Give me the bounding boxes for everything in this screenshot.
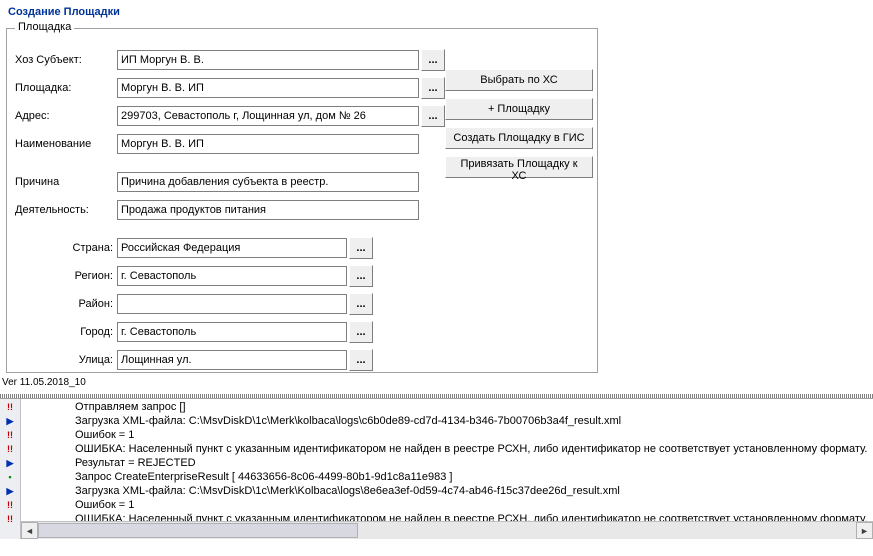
log-line: Ошибок = 1 [75, 498, 871, 512]
btn-bind-xc[interactable]: Привязать Площадку к ХС [445, 156, 593, 178]
horizontal-scrollbar[interactable]: ◄ ► [21, 521, 873, 539]
lookup-hoz[interactable]: ... [421, 49, 445, 71]
input-region[interactable] [117, 266, 347, 286]
input-name[interactable] [117, 134, 419, 154]
label-reason: Причина [15, 176, 117, 188]
btn-create-gis[interactable]: Создать Площадку в ГИС [445, 127, 593, 149]
input-district[interactable] [117, 294, 347, 314]
input-addr[interactable] [117, 106, 419, 126]
ok-icon: ▪ [2, 470, 18, 484]
scroll-track[interactable] [38, 522, 856, 539]
groupbox-label: Площадка [15, 21, 74, 33]
log-line: Загрузка XML-файла: C:\MsvDiskD\1c\Merk\… [75, 484, 871, 498]
log-body: Отправляем запрос [] Загрузка XML-файла:… [21, 399, 873, 521]
label-city: Город: [15, 326, 117, 338]
log-line: ОШИБКА: Населенный пункт с указанным иде… [75, 512, 871, 521]
info-icon: ▶ [2, 456, 18, 470]
input-hoz[interactable] [117, 50, 419, 70]
btn-add-area[interactable]: + Площадку [445, 98, 593, 120]
btn-select-by-xc[interactable]: Выбрать по ХС [445, 69, 593, 91]
lookup-region[interactable]: ... [349, 265, 373, 287]
lookup-street[interactable]: ... [349, 349, 373, 371]
err-icon: !! [2, 428, 18, 442]
err-icon: !! [2, 442, 18, 456]
label-activity: Деятельность: [15, 204, 117, 216]
label-district: Район: [15, 298, 117, 310]
scroll-thumb[interactable] [38, 523, 358, 538]
log-line: Отправляем запрос [] [75, 400, 871, 414]
label-country: Страна: [15, 242, 117, 254]
log-panel: !! ▶ !! !! ▶ ▪ ▶ !! !! Отправляем запрос… [0, 398, 873, 539]
log-gutter: !! ▶ !! !! ▶ ▪ ▶ !! !! [0, 399, 21, 539]
label-street: Улица: [15, 354, 117, 366]
label-area: Площадка: [15, 82, 117, 94]
info-icon: ▶ [2, 414, 18, 428]
group-site: Площадка Хоз Субъект: ... Площадка: ... … [6, 28, 598, 373]
input-area[interactable] [117, 78, 419, 98]
lookup-addr[interactable]: ... [421, 105, 445, 127]
input-country[interactable] [117, 238, 347, 258]
scroll-left-icon[interactable]: ◄ [21, 522, 38, 539]
lookup-area[interactable]: ... [421, 77, 445, 99]
log-line: Ошибок = 1 [75, 428, 871, 442]
log-line: Загрузка XML-файла: C:\MsvDiskD\1c\Merk\… [75, 414, 871, 428]
lookup-city[interactable]: ... [349, 321, 373, 343]
info-icon: ▶ [2, 484, 18, 498]
input-activity[interactable] [117, 200, 419, 220]
log-line: Запрос CreateEnterpriseResult [ 44633656… [75, 470, 871, 484]
lookup-country[interactable]: ... [349, 237, 373, 259]
err-icon: !! [2, 498, 18, 512]
lookup-district[interactable]: ... [349, 293, 373, 315]
input-reason[interactable] [117, 172, 419, 192]
scroll-right-icon[interactable]: ► [856, 522, 873, 539]
err-icon: !! [2, 512, 18, 526]
label-region: Регион: [15, 270, 117, 282]
label-hoz: Хоз Субъект: [15, 54, 117, 66]
version-label: Ver 11.05.2018_10 [0, 373, 873, 390]
input-city[interactable] [117, 322, 347, 342]
err-icon: !! [2, 400, 18, 414]
log-line: ОШИБКА: Населенный пункт с указанным иде… [75, 442, 871, 456]
label-addr: Адрес: [15, 110, 117, 122]
page-title: Создание Площадки [0, 0, 873, 22]
label-name: Наименование [15, 138, 117, 150]
input-street[interactable] [117, 350, 347, 370]
log-line: Результат = REJECTED [75, 456, 871, 470]
